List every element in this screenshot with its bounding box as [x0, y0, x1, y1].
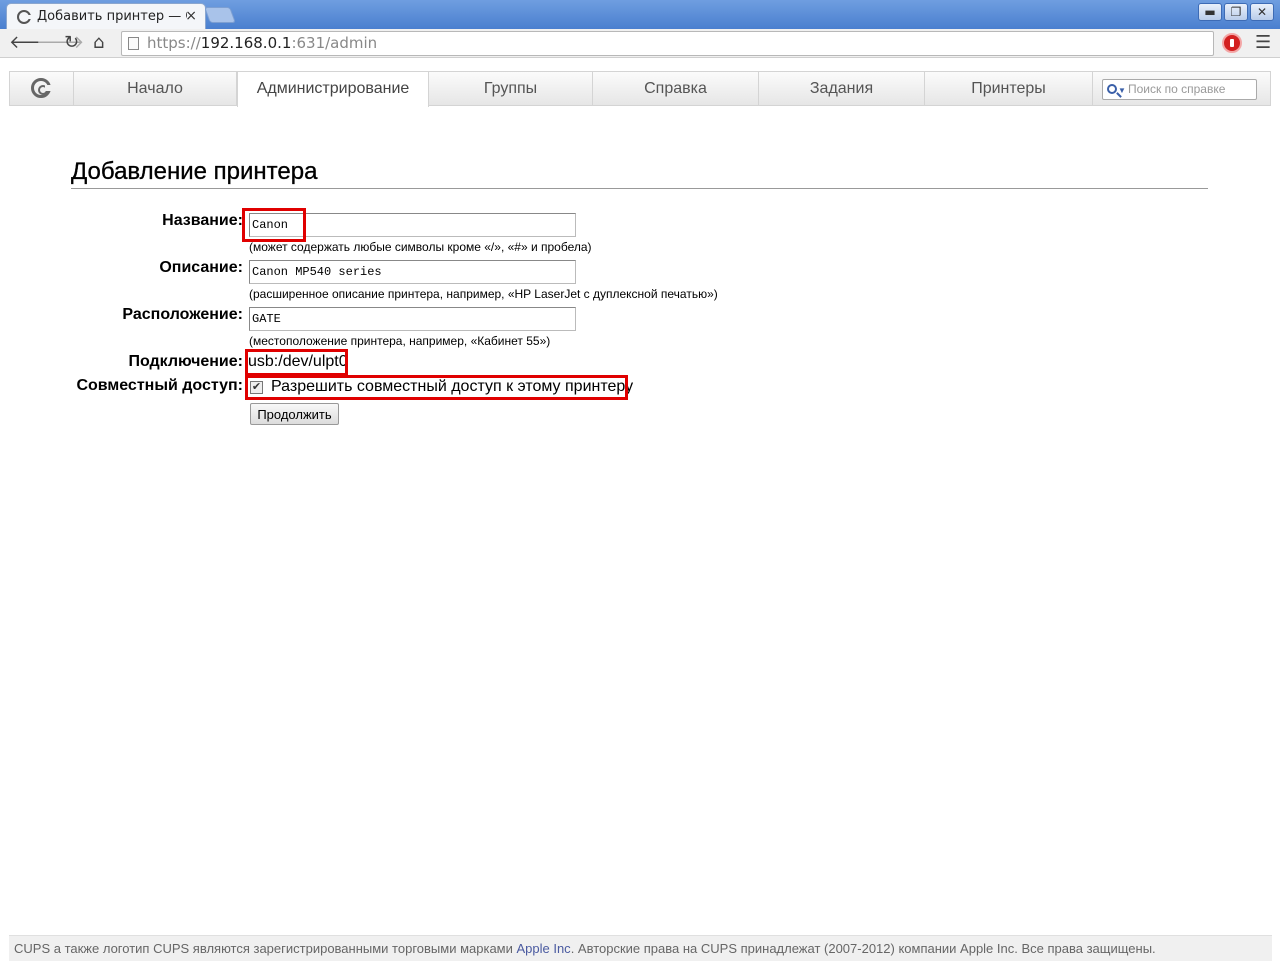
chevron-down-icon: ▼	[1118, 86, 1126, 95]
description-label: Описание:	[159, 259, 243, 276]
tab-title: Добавить принтер — CUPS	[37, 9, 187, 24]
cups-logo[interactable]	[10, 72, 74, 105]
highlight-box-connection	[245, 349, 348, 376]
window-controls: ▬ ❐ ✕	[1198, 3, 1274, 21]
tab-close-icon[interactable]: ×	[185, 8, 197, 24]
cups-logo-icon	[31, 78, 52, 98]
connection-label: Подключение:	[128, 353, 243, 370]
cups-nav-bar: Начало Администрирование Группы Справка …	[9, 71, 1271, 107]
page-title: Добавление принтера	[71, 158, 1208, 189]
browser-titlebar: Добавить принтер — CUPS × ▬ ❐ ✕	[0, 0, 1280, 29]
help-search-input[interactable]: ▼ Поиск по справке	[1102, 79, 1257, 100]
address-bar[interactable]: https://192.168.0.1:631/admin	[121, 31, 1214, 56]
search-icon	[1107, 84, 1117, 94]
nav-tab-printers[interactable]: Принтеры	[925, 72, 1093, 105]
footer-text-after: . Авторские права на CUPS принадлежат (2…	[570, 941, 1156, 956]
sharing-label: Совместный доступ:	[76, 377, 243, 394]
nav-tab-help[interactable]: Справка	[593, 72, 759, 105]
adblock-stop-icon[interactable]	[1222, 33, 1242, 53]
minimize-button[interactable]: ▬	[1198, 3, 1222, 21]
apple-link[interactable]: Apple Inc	[516, 941, 570, 956]
nav-tab-home[interactable]: Начало	[74, 72, 237, 105]
location-input[interactable]: GATE	[249, 307, 576, 331]
close-window-button[interactable]: ✕	[1250, 3, 1274, 21]
location-hint: (местоположение принтера, например, «Каб…	[249, 334, 551, 348]
name-label: Название:	[162, 212, 243, 229]
menu-icon[interactable]: ☰	[1255, 32, 1271, 53]
name-hint: (может содержать любые символы кроме «/»…	[249, 240, 592, 254]
home-icon[interactable]: ⌂	[93, 32, 104, 54]
highlight-box-name	[242, 208, 306, 242]
description-hint: (расширенное описание принтера, например…	[249, 287, 718, 301]
footer-text-before: CUPS а также логотип CUPS являются зарег…	[14, 941, 517, 956]
maximize-button[interactable]: ❐	[1224, 3, 1248, 21]
nav-tab-administration[interactable]: Администрирование	[237, 71, 429, 107]
url-path: :631/admin	[291, 34, 378, 52]
browser-tab[interactable]: Добавить принтер — CUPS ×	[6, 3, 206, 29]
continue-button[interactable]: Продолжить	[250, 403, 339, 425]
nav-tab-groups[interactable]: Группы	[429, 72, 593, 105]
new-tab-button[interactable]	[204, 7, 236, 23]
url-host: 192.168.0.1	[200, 34, 292, 52]
reload-icon[interactable]: ↻	[64, 32, 79, 54]
search-placeholder: Поиск по справке	[1128, 82, 1226, 96]
page-icon	[128, 37, 139, 50]
cups-favicon-icon	[17, 9, 31, 24]
highlight-box-sharing	[245, 375, 628, 400]
description-input[interactable]: Canon MP540 series	[249, 260, 576, 284]
location-label: Расположение:	[122, 306, 243, 323]
nav-tab-jobs[interactable]: Задания	[759, 72, 925, 105]
footer: CUPS а также логотип CUPS являются зарег…	[9, 935, 1272, 961]
browser-toolbar: 🡐 🡒 ↻ ⌂ https://192.168.0.1:631/admin ☰	[0, 29, 1280, 58]
url-scheme: https://	[147, 34, 201, 52]
